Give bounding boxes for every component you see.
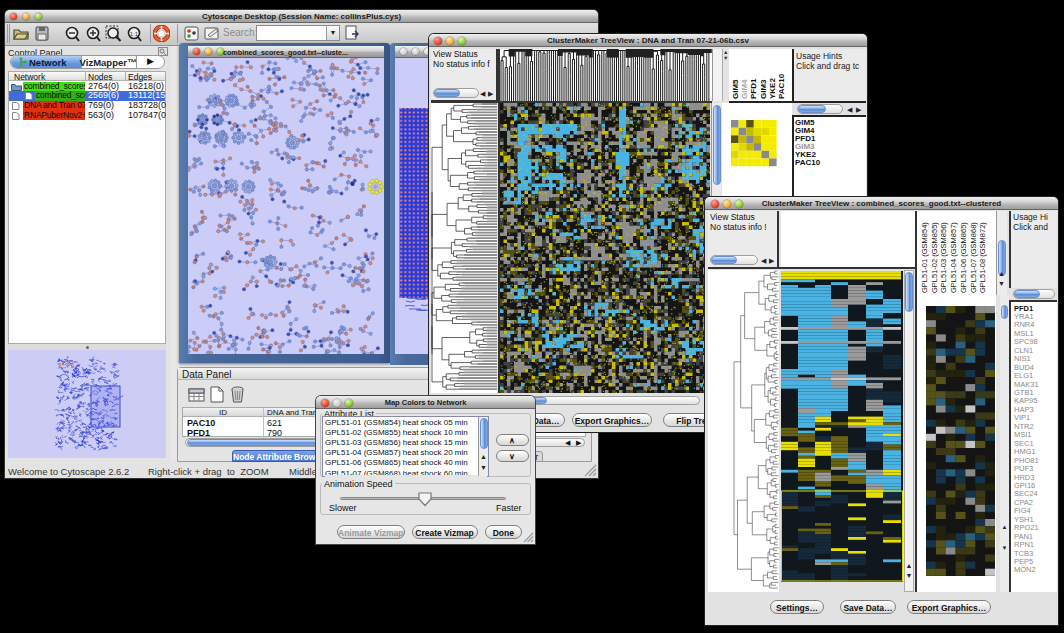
svg-text:1:1: 1:1 — [130, 31, 139, 37]
